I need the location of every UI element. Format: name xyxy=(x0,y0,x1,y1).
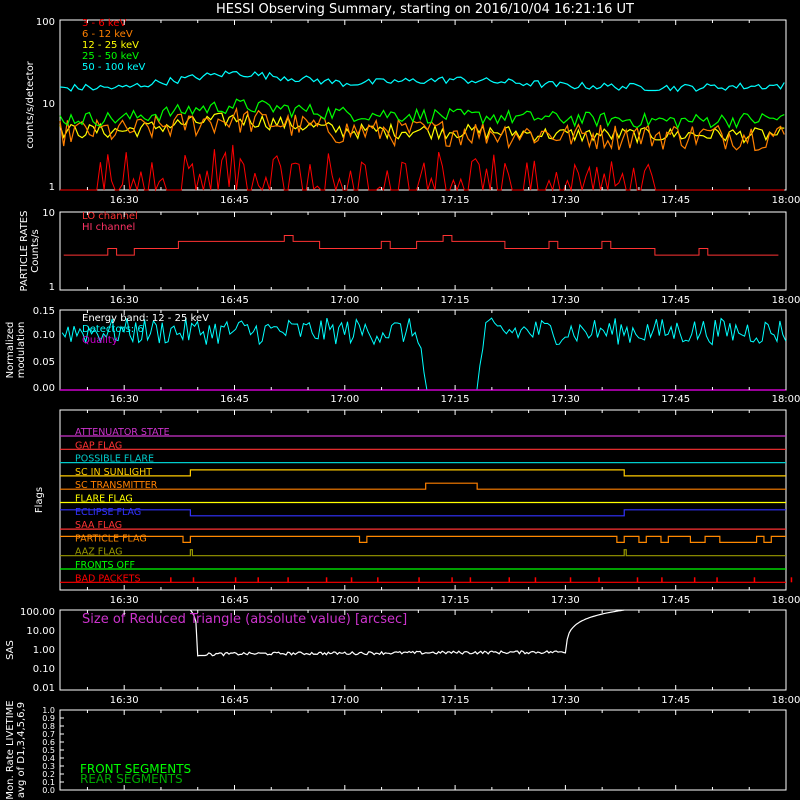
time-tick-label-1745-1: 17:45 xyxy=(661,295,690,306)
time-tick-label-1645-0: 16:45 xyxy=(220,195,249,206)
legend-25-50-kev: 25 - 50 keV xyxy=(82,51,139,62)
time-tick-label-1645-2: 16:45 xyxy=(220,394,249,405)
time-tick-label-1645-3: 16:45 xyxy=(220,595,249,606)
time-tick-label-1715-3: 17:15 xyxy=(441,595,470,606)
time-tick-label-1800-3: 18:00 xyxy=(772,595,800,606)
legend-12-25-kev: 12 - 25 keV xyxy=(82,40,139,51)
modulation-ytick-010: 0.10 xyxy=(33,330,55,341)
time-tick-label-1745-2: 17:45 xyxy=(661,394,690,405)
legend-6-12-kev: 6 - 12 keV xyxy=(82,29,133,40)
livetime-ytick-label: 0.4 xyxy=(42,754,55,763)
sas-ylabel: SAS xyxy=(5,640,16,660)
livetime-ytick-label: 0.9 xyxy=(42,714,55,723)
livetime-ytick-label: 1.0 xyxy=(42,706,55,715)
time-tick-label-1800-2: 18:00 xyxy=(772,394,800,405)
legend-lo-channel: LO channel xyxy=(82,211,138,222)
time-tick-label-1630-1: 16:30 xyxy=(110,295,139,306)
time-tick-label-1730-1: 17:30 xyxy=(551,295,580,306)
sas-ytick-100: 100.00 xyxy=(20,607,55,618)
time-tick-label-1715-0: 17:15 xyxy=(441,195,470,206)
time-tick-label-1745-0: 17:45 xyxy=(661,195,690,206)
sas-ytick-010: 0.10 xyxy=(33,664,55,675)
livetime-ytick-label: 0.3 xyxy=(42,762,55,771)
livetime-ytick-label: 0.2 xyxy=(42,770,55,779)
livetime-ylabel: Mon. Rate LIVETIME xyxy=(5,700,16,799)
livetime-ytick-label: 0.8 xyxy=(42,722,55,731)
count-rates-ytick-10: 10 xyxy=(42,99,55,110)
time-tick-label-1745-4: 17:45 xyxy=(661,695,690,706)
time-tick-label-1800-4: 18:00 xyxy=(772,695,800,706)
modulation-ytick-005: 0.05 xyxy=(33,357,55,368)
time-tick-label-1630-0: 16:30 xyxy=(110,195,139,206)
time-tick-label-1800-0: 18:00 xyxy=(772,195,800,206)
time-tick-label-1645-4: 16:45 xyxy=(220,695,249,706)
time-tick-label-1715-1: 17:15 xyxy=(441,295,470,306)
time-tick-label-1730-0: 17:30 xyxy=(551,195,580,206)
time-tick-label-1700-3: 17:00 xyxy=(330,595,359,606)
time-tick-label-1700-4: 17:00 xyxy=(330,695,359,706)
time-tick-label-1645-1: 16:45 xyxy=(220,295,249,306)
observing-summary-plot: HESSI Observing Summary, starting on 201… xyxy=(0,0,800,800)
count-rates-ylabel: counts/s/detector xyxy=(25,60,36,148)
sas-annotation: Size of Reduced Triangle (absolute value… xyxy=(82,612,407,627)
modulation-ylabel: Normalized xyxy=(5,322,16,379)
livetime-ytick-label: 0.5 xyxy=(42,746,55,755)
particle-rates-ylabel2: Counts/s xyxy=(30,229,41,273)
legend-detectors: Detectors: 6 xyxy=(82,324,144,335)
livetime-ytick-label: 0.1 xyxy=(42,778,55,787)
time-tick-label-1700-2: 17:00 xyxy=(330,394,359,405)
legend-hi-channel: HI channel xyxy=(82,222,135,233)
legend-quality: Quality xyxy=(82,335,118,346)
modulation-energy-band: Energy band: 12 - 25 keV xyxy=(82,313,209,324)
flags-ylabel: Flags xyxy=(34,487,45,513)
time-tick-label-1700-1: 17:00 xyxy=(330,295,359,306)
modulation-ytick-0: 0.00 xyxy=(33,383,55,394)
livetime-ytick-label: 0.7 xyxy=(42,730,55,739)
count-rates-ytick-100: 100 xyxy=(36,17,55,28)
livetime-ytick-label: 0.6 xyxy=(42,738,55,747)
time-tick-label-1630-2: 16:30 xyxy=(110,394,139,405)
modulation-ylabel2: modulation xyxy=(16,322,27,379)
particle-rates-ylabel: PARTICLE RATES xyxy=(19,211,30,292)
flag-label-6: ECLIPSE FLAG xyxy=(75,507,141,518)
legend-50-100-kev: 50 - 100 keV xyxy=(82,62,146,73)
time-tick-label-1630-3: 16:30 xyxy=(110,595,139,606)
time-tick-label-1630-4: 16:30 xyxy=(110,695,139,706)
legend-3-6-kev: 3 - 6 keV xyxy=(82,18,126,29)
time-tick-label-1730-2: 17:30 xyxy=(551,394,580,405)
time-tick-label-1730-4: 17:30 xyxy=(551,695,580,706)
plot-title: HESSI Observing Summary, starting on 201… xyxy=(216,2,634,17)
time-tick-label-1800-1: 18:00 xyxy=(772,295,800,306)
time-tick-label-1715-4: 17:15 xyxy=(441,695,470,706)
particle-rates-ytick-1: 1 xyxy=(49,282,55,293)
legend-rear-segments: REAR SEGMENTS xyxy=(80,772,183,786)
time-tick-label-1745-3: 17:45 xyxy=(661,595,690,606)
flag-label-8: PARTICLE FLAG xyxy=(75,533,147,544)
sas-ytick-001: 0.01 xyxy=(33,683,55,694)
sas-ytick-1: 1.00 xyxy=(33,645,55,656)
livetime-ylabel2: avg of D1,3,4,5,6,9 xyxy=(16,702,27,798)
particle-rates-ytick-10: 10 xyxy=(42,208,55,219)
livetime-ytick-label: 0.0 xyxy=(42,786,55,795)
time-tick-label-1715-2: 17:15 xyxy=(441,394,470,405)
sas-ytick-10: 10.00 xyxy=(26,626,55,637)
count-rates-ytick-1: 1 xyxy=(49,182,55,193)
modulation-ytick-015: 0.15 xyxy=(33,306,55,317)
time-tick-label-1730-3: 17:30 xyxy=(551,595,580,606)
time-tick-label-1700-0: 17:00 xyxy=(330,195,359,206)
